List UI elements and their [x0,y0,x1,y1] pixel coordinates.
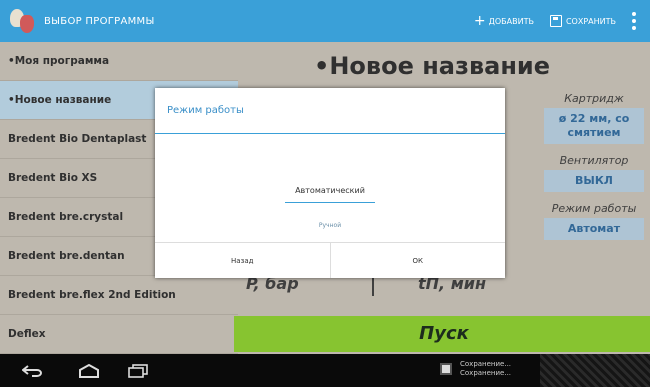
plus-icon: + [473,13,486,29]
dialog-title: Режим работы [155,88,505,134]
mode-dialog: Режим работы Автоматический Ручной Назад… [155,88,505,278]
dialog-button-bar: Назад ОК [155,242,505,278]
recent-apps-icon[interactable] [128,364,148,378]
cancel-button[interactable]: Назад [155,243,330,278]
save-icon [549,15,562,27]
app-logo-icon[interactable] [8,7,36,35]
overflow-dot [632,19,636,23]
notification-line-1: Сохранение... [460,360,512,368]
system-nav-bar: Сохранение... Сохранение... [0,354,650,387]
add-button-label: ДОБАВИТЬ [488,16,534,26]
action-bar: ВЫБОР ПРОГРАММЫ + ДОБАВИТЬ СОХРАНИТЬ [0,0,650,42]
overflow-dot [632,12,636,16]
add-button[interactable]: + ДОБАВИТЬ [474,13,534,29]
notification-line-2: Сохранение... [460,369,512,377]
option-divider [285,202,375,203]
save-button-label: СОХРАНИТЬ [565,16,616,26]
option-automatic[interactable]: Автоматический [155,186,505,195]
notification-text: Сохранение... Сохранение... [460,360,511,378]
back-icon[interactable] [22,365,44,377]
notification-icon [440,363,452,375]
status-area [540,354,650,387]
logo-shape-red [20,15,34,33]
overflow-menu-icon[interactable] [632,12,636,30]
notification[interactable]: Сохранение... Сохранение... [440,360,511,378]
option-manual[interactable]: Ручной [155,222,505,229]
overflow-dot [632,26,636,30]
ok-button[interactable]: ОК [329,243,506,278]
home-icon[interactable] [78,364,100,378]
app-title: ВЫБОР ПРОГРАММЫ [44,15,155,27]
app-screen: ВЫБОР ПРОГРАММЫ + ДОБАВИТЬ СОХРАНИТЬ •Мо… [0,0,650,387]
save-button[interactable]: СОХРАНИТЬ [549,15,616,27]
